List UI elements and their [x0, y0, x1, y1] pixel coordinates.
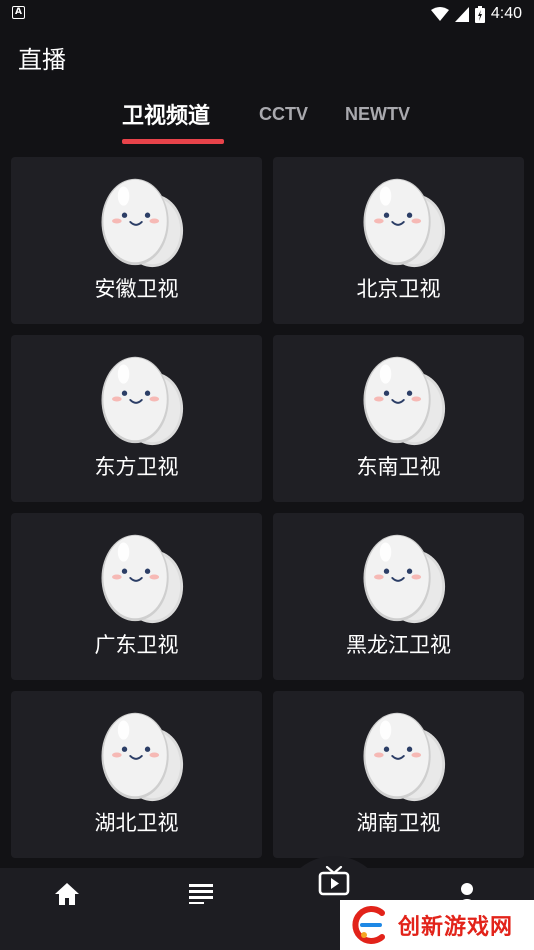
- channel-name: 湖北卫视: [94, 811, 179, 835]
- channel-name: 东方卫视: [94, 455, 179, 479]
- egg-mascot-icon: [362, 533, 447, 625]
- nav-list[interactable]: [180, 876, 222, 912]
- tab-cctv[interactable]: CCTV: [259, 104, 308, 125]
- watermark: 创新游戏网: [340, 900, 534, 950]
- channel-card[interactable]: 湖北卫视: [11, 691, 262, 858]
- tab-satellite[interactable]: 卫视频道: [122, 98, 210, 130]
- channel-tabs: 卫视频道 CCTV NEWTV: [0, 98, 534, 148]
- status-icons: 4:40: [430, 3, 522, 25]
- egg-mascot-icon: [100, 533, 185, 625]
- channel-name: 安徽卫视: [94, 277, 179, 301]
- egg-mascot-icon: [100, 355, 185, 447]
- egg-mascot-icon: [362, 177, 447, 269]
- channel-card[interactable]: 黑龙江卫视: [273, 513, 524, 680]
- brand-logo-icon: [352, 906, 385, 944]
- nav-live-tv[interactable]: [312, 862, 356, 900]
- battery-icon: [474, 5, 485, 23]
- signal-icon: [454, 6, 469, 22]
- status-bar: A 4:40: [0, 0, 534, 28]
- channel-card[interactable]: 东南卫视: [273, 335, 524, 502]
- egg-mascot-icon: [362, 355, 447, 447]
- egg-mascot-icon: [100, 711, 185, 803]
- channel-card[interactable]: 东方卫视: [11, 335, 262, 502]
- wifi-icon: [430, 6, 449, 21]
- list-icon: [189, 884, 213, 904]
- tab-newtv[interactable]: NEWTV: [345, 104, 410, 125]
- channel-name: 湖南卫视: [356, 811, 441, 835]
- channel-card[interactable]: 安徽卫视: [11, 157, 262, 324]
- egg-mascot-icon: [100, 177, 185, 269]
- channel-name: 广东卫视: [94, 633, 179, 657]
- watermark-text: 创新游戏网: [398, 915, 514, 940]
- tv-icon: [318, 866, 350, 896]
- notification-a-icon: A: [12, 6, 25, 19]
- channel-card[interactable]: 广东卫视: [11, 513, 262, 680]
- channel-name: 北京卫视: [356, 277, 441, 301]
- channel-card[interactable]: 湖南卫视: [273, 691, 524, 858]
- clock: 4:40: [490, 5, 522, 22]
- page-title: 直播: [18, 46, 66, 74]
- channel-name: 东南卫视: [356, 455, 441, 479]
- tab-indicator: [122, 139, 224, 144]
- channel-card[interactable]: 北京卫视: [273, 157, 524, 324]
- nav-home[interactable]: [46, 876, 88, 912]
- egg-mascot-icon: [362, 711, 447, 803]
- channel-name: 黑龙江卫视: [346, 633, 451, 657]
- home-icon: [55, 883, 79, 905]
